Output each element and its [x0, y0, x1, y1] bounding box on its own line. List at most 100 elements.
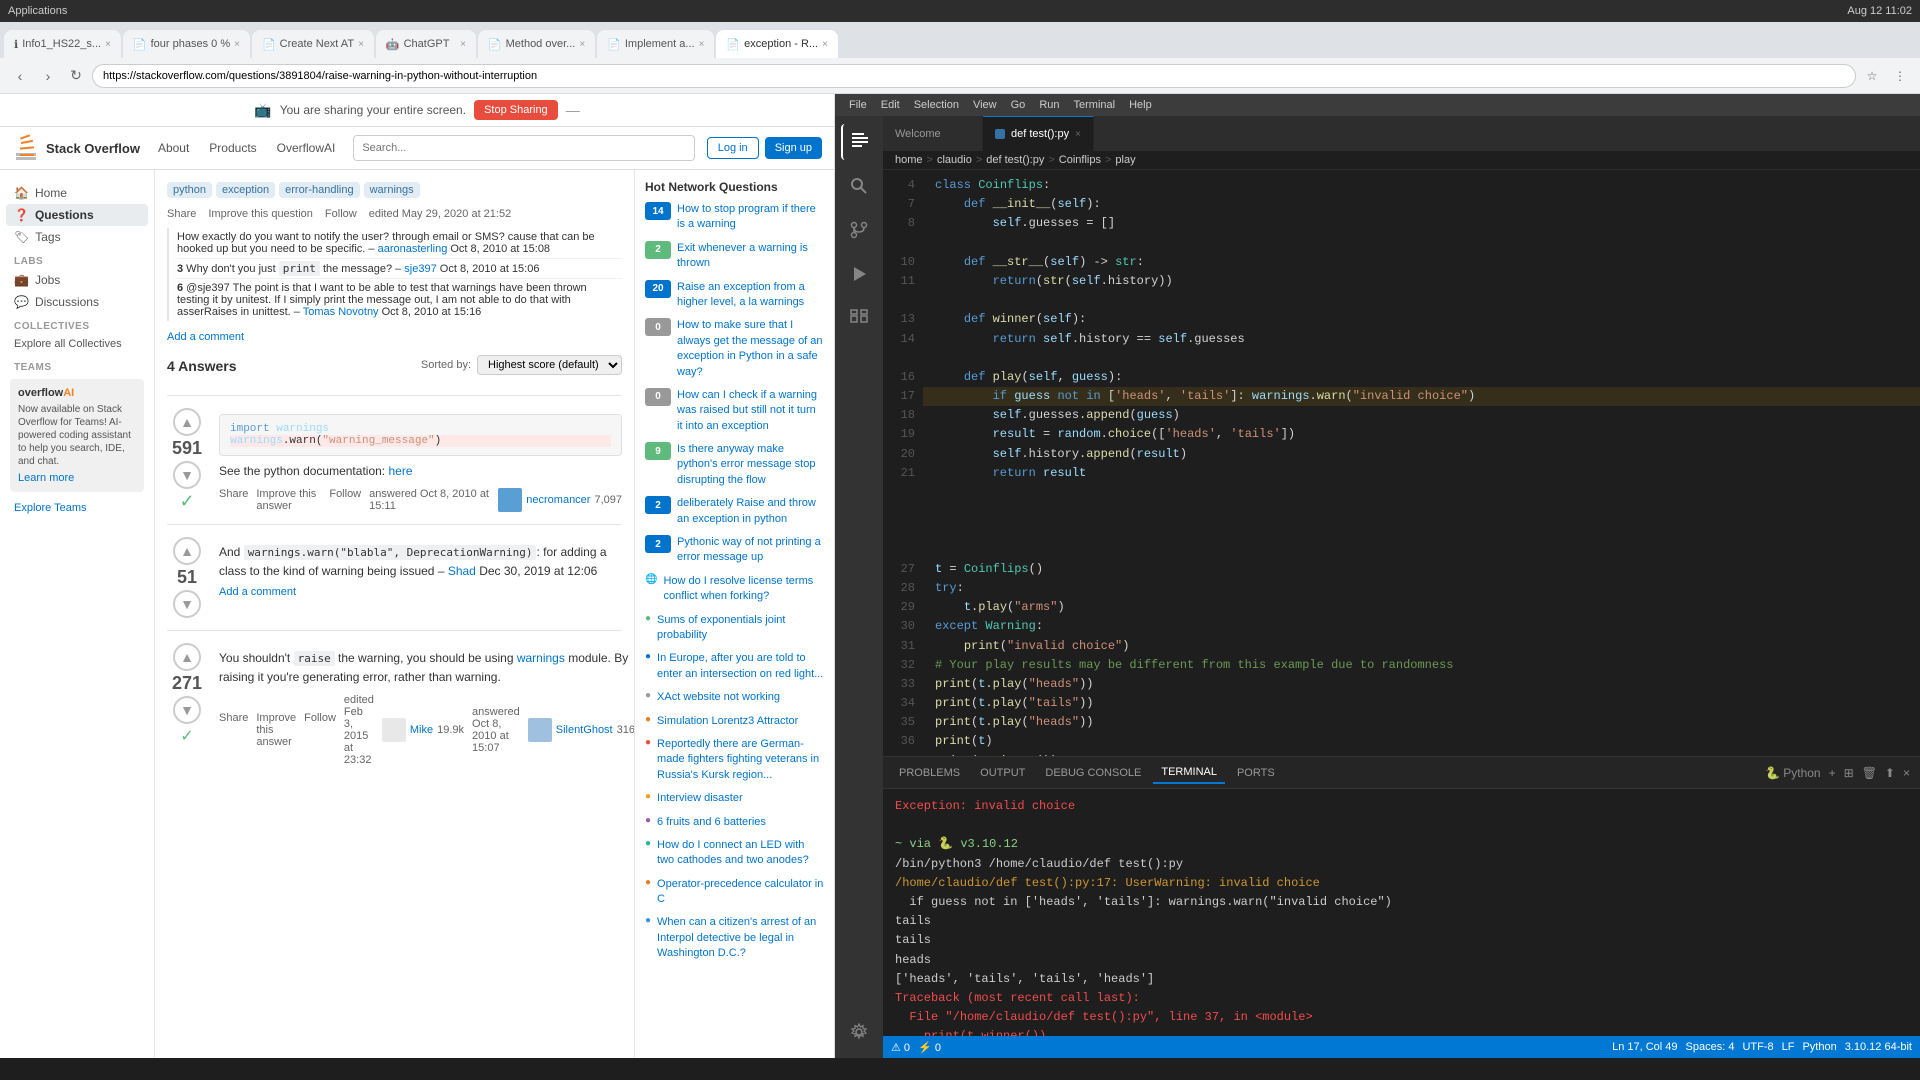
stop-sharing-button[interactable]: Stop Sharing — [474, 100, 558, 120]
commenter-link[interactable]: aaronasterling — [378, 243, 448, 255]
q-link[interactable]: 6 fruits and 6 batteries — [657, 815, 766, 830]
share-link[interactable]: Share — [219, 712, 248, 748]
so-improve-link[interactable]: Improve this question — [208, 208, 313, 220]
explore-teams-link[interactable]: Explore Teams — [6, 496, 148, 520]
q-link[interactable]: How do I resolve license terms conflict … — [663, 574, 824, 605]
more-button[interactable]: ⋮ — [1888, 64, 1912, 88]
terminal-maximize-button[interactable]: ⬆ — [1883, 764, 1897, 782]
terminal-tab-terminal[interactable]: TERMINAL — [1153, 762, 1225, 784]
browser-tab-implement[interactable]: 📄 Implement a... × — [597, 30, 714, 58]
tab-close-icon[interactable]: × — [234, 39, 240, 50]
sidebar-item-questions[interactable]: ❓ Questions — [6, 204, 148, 226]
terminal-close-button[interactable]: × — [1901, 764, 1912, 782]
browser-tab-chatgpt[interactable]: 🤖 ChatGPT × — [376, 30, 476, 58]
q-link[interactable]: How do I connect an LED with two cathode… — [657, 838, 824, 869]
q-link[interactable]: XAct website not working — [657, 690, 780, 705]
sidebar-item-jobs[interactable]: 💼 Jobs — [6, 269, 148, 291]
upvote-button[interactable]: ▲ — [173, 408, 201, 436]
tab-close-icon[interactable]: × — [699, 39, 705, 50]
back-button[interactable]: ‹ — [8, 64, 32, 88]
menu-help[interactable]: Help — [1123, 97, 1158, 113]
breadcrumb-method[interactable]: play — [1115, 154, 1135, 166]
terminal-tab-output[interactable]: OUTPUT — [972, 763, 1033, 783]
tab-close-icon[interactable]: × — [460, 39, 466, 50]
user-shad-link[interactable]: Shad — [448, 564, 476, 578]
q-link[interactable]: Pythonic way of not printing a error mes… — [677, 535, 824, 566]
terminal-tab-ports[interactable]: PORTS — [1229, 763, 1283, 783]
doc-link[interactable]: here — [388, 464, 412, 478]
upvote-button[interactable]: ▲ — [173, 643, 201, 671]
refresh-button[interactable]: ↻ — [64, 64, 88, 88]
so-tag-warnings[interactable]: warnings — [364, 182, 420, 198]
vscode-tab-welcome[interactable]: Welcome — [883, 116, 983, 151]
menu-run[interactable]: Run — [1033, 97, 1065, 113]
q-link[interactable]: How to stop program if there is a warnin… — [677, 202, 824, 233]
q-link[interactable]: Interview disaster — [657, 791, 743, 806]
menu-go[interactable]: Go — [1005, 97, 1032, 113]
browser-tab-fourphases[interactable]: 📄 four phases 0 % × — [123, 30, 250, 58]
sort-select[interactable]: Highest score (default) — [477, 355, 622, 375]
downvote-button[interactable]: ▼ — [173, 461, 201, 489]
browser-tab-exception[interactable]: 📄 exception - R... × — [716, 30, 838, 58]
add-comment-link-2[interactable]: Add a comment — [219, 586, 622, 598]
downvote-button[interactable]: ▼ — [173, 590, 201, 618]
follow-link[interactable]: Follow — [304, 712, 336, 748]
so-search-input[interactable] — [353, 135, 694, 161]
terminal-split-button[interactable]: ⊞ — [1842, 764, 1856, 782]
sidebar-item-explore-collectives[interactable]: Explore all Collectives — [6, 334, 148, 354]
tab-close-icon[interactable]: × — [579, 39, 585, 50]
commenter-link[interactable]: Tomas Novotny — [303, 306, 379, 318]
activity-extensions[interactable] — [841, 300, 877, 336]
bookmark-button[interactable]: ☆ — [1860, 64, 1884, 88]
so-nav-overflowai[interactable]: OverflowAI — [271, 137, 342, 159]
activity-source-control[interactable] — [841, 212, 877, 248]
terminal-tab-debug[interactable]: DEBUG CONSOLE — [1037, 763, 1149, 783]
q-link[interactable]: Sums of exponentials joint probability — [657, 613, 824, 644]
q-link[interactable]: Operator-precedence calculator in C — [657, 877, 824, 908]
sidebar-item-discussions[interactable]: 💬 Discussions — [6, 291, 148, 313]
breadcrumb-home[interactable]: home — [895, 154, 923, 166]
q-link[interactable]: How can I check if a warning was raised … — [677, 388, 824, 434]
user-silentghost-link[interactable]: SilentGhost — [556, 724, 613, 736]
downvote-button[interactable]: ▼ — [173, 696, 201, 724]
tab-close-icon[interactable]: × — [822, 39, 828, 50]
so-nav-about[interactable]: About — [152, 137, 195, 159]
breadcrumb-file[interactable]: def test():py — [986, 154, 1044, 166]
add-comment-link[interactable]: Add a comment — [167, 331, 622, 343]
menu-view[interactable]: View — [967, 97, 1003, 113]
browser-tab-info[interactable]: ℹ Info1_HS22_s... × — [4, 30, 121, 58]
sidebar-item-tags[interactable]: 🏷 Tags — [6, 226, 148, 248]
browser-tab-createnext[interactable]: 📄 Create Next AT × — [252, 30, 374, 58]
improve-link[interactable]: Improve this answer — [256, 712, 296, 748]
sidebar-item-home[interactable]: 🏠 Home — [6, 182, 148, 204]
so-tag-python[interactable]: python — [167, 182, 212, 198]
activity-settings-gear[interactable] — [841, 1014, 877, 1050]
terminal-trash-button[interactable]: 🗑 — [1860, 764, 1879, 782]
improve-link[interactable]: Improve this answer — [256, 488, 321, 512]
vscode-tab-deftest[interactable]: def test():py × — [983, 116, 1094, 151]
breadcrumb-class[interactable]: Coinflips — [1059, 154, 1101, 166]
browser-tab-method[interactable]: 📄 Method over... × — [478, 30, 595, 58]
learn-more-link[interactable]: Learn more — [18, 472, 136, 484]
tab-close-icon[interactable]: × — [105, 39, 111, 50]
so-share-link[interactable]: Share — [167, 208, 196, 220]
so-tag-exception[interactable]: exception — [216, 182, 275, 198]
user-mike-link[interactable]: Mike — [410, 724, 433, 736]
q-link[interactable]: Exit whenever a warning is thrown — [677, 241, 824, 272]
url-bar[interactable] — [92, 64, 1856, 88]
q-link[interactable]: Reportedly there are German-made fighter… — [657, 737, 824, 783]
warnings-link[interactable]: warnings — [517, 651, 565, 665]
q-link[interactable]: Raise an exception from a higher level, … — [677, 280, 824, 311]
q-link[interactable]: In Europe, after you are told to enter a… — [657, 651, 824, 682]
tab-close-icon[interactable]: × — [358, 39, 364, 50]
terminal-tab-problems[interactable]: PROBLEMS — [891, 763, 968, 783]
forward-button[interactable]: › — [36, 64, 60, 88]
activity-run-debug[interactable] — [841, 256, 877, 292]
menu-edit[interactable]: Edit — [875, 97, 906, 113]
q-link[interactable]: deliberately Raise and throw an exceptio… — [677, 496, 824, 527]
menu-selection[interactable]: Selection — [908, 97, 965, 113]
activity-explorer[interactable] — [841, 124, 877, 160]
breadcrumb-claudio[interactable]: claudio — [937, 154, 972, 166]
so-signup-button[interactable]: Sign up — [765, 137, 822, 159]
activity-search[interactable] — [841, 168, 877, 204]
